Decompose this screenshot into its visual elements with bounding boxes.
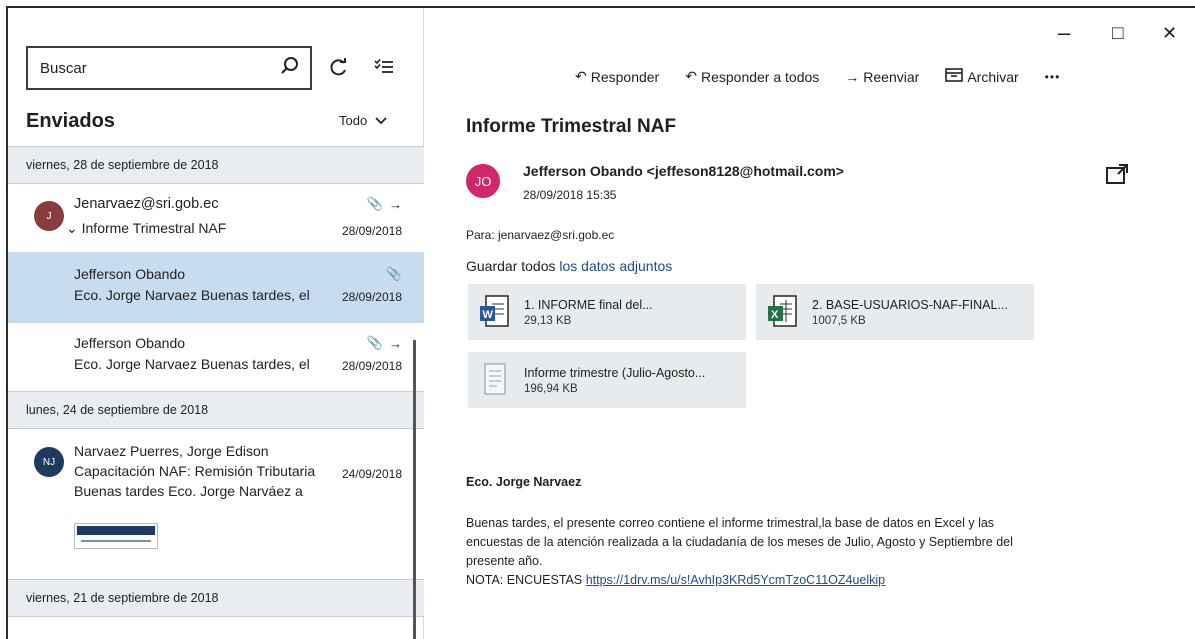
attachment-size: 1007,5 KB <box>812 314 866 327</box>
avatar: JO <box>466 164 500 198</box>
reading-pane: – □ ✕ ↶ Responder ↶ Responder a todos → Ree… <box>430 8 1195 639</box>
word-icon: W <box>480 295 509 327</box>
email-note: NOTA: ENCUESTAS https://1drv.ms/u/s!AvhI… <box>466 571 1166 590</box>
maximize-button[interactable]: □ <box>1112 24 1123 43</box>
archive-button[interactable]: Archivar <box>945 68 1019 85</box>
attachment-name: Informe trimestre (Julio-Agosto... <box>524 365 706 380</box>
email-body-line: Buenas tardes, el presente correo contie… <box>466 516 995 530</box>
svg-text:X: X <box>771 309 779 321</box>
message-list: viernes, 28 de septiembre de 2018 J Jena… <box>8 146 424 617</box>
date-group-header: viernes, 28 de septiembre de 2018 <box>8 146 424 184</box>
paperclip-icon: 📎 <box>366 335 383 350</box>
attachment-card[interactable]: X 2. BASE-USUARIOS-NAF-FINAL... 1007,5 K… <box>756 284 1034 340</box>
chevron-down-icon[interactable]: ⌄ <box>66 220 82 236</box>
forward-icon: → <box>845 68 860 85</box>
message-date: 28/09/2018 <box>341 224 402 238</box>
attachment-name: 1. INFORME final del... <box>524 297 653 312</box>
message-from: Jefferson Obando <box>74 335 186 351</box>
message-date: 24/09/2018 <box>341 467 402 481</box>
email-subject: Informe Trimestral NAF <box>466 116 677 137</box>
forward-button[interactable]: → Reenviar <box>845 69 919 85</box>
search-row <box>26 46 404 90</box>
conversation-header[interactable]: J Jenarvaez@sri.gob.ec 📎 → ⌄ Informe Tri… <box>8 184 424 252</box>
attachment-card[interactable]: Informe trimestre (Julio-Agosto... 196,9… <box>468 352 746 408</box>
archive-label: Archivar <box>967 68 1019 85</box>
attachment-size: 29,13 KB <box>524 314 572 327</box>
message-preview: Buenas tardes Eco. Jorge Narváez a <box>74 483 303 499</box>
search-input[interactable] <box>40 59 280 77</box>
paperclip-icon: 📎 <box>385 266 402 281</box>
reply-all-button[interactable]: ↶ Responder a todos <box>685 68 819 85</box>
excel-icon: X <box>768 295 797 327</box>
avatar: NJ <box>34 447 64 477</box>
scrollbar[interactable] <box>413 340 416 639</box>
list-item[interactable]: NJ Narvaez Puerres, Jorge Edison Capacit… <box>8 429 424 579</box>
reply-all-label: Responder a todos <box>700 68 820 85</box>
close-button[interactable]: ✕ <box>1162 24 1177 42</box>
date-group-header: viernes, 21 de septiembre de 2018 <box>8 579 424 617</box>
save-all-prefix: Guardar todos <box>466 258 560 274</box>
reply-icon: ↶ <box>575 68 587 84</box>
message-from: Jenarvaez@sri.gob.ec <box>74 196 219 212</box>
archive-icon <box>945 68 964 85</box>
attachment-name: 2. BASE-USUARIOS-NAF-FINAL... <box>812 297 1008 312</box>
attachment-card[interactable]: W 1. INFORME final del... 29,13 KB <box>468 284 746 340</box>
message-date: 28/09/2018 <box>341 359 402 373</box>
sent-date: 28/09/2018 15:35 <box>523 188 617 202</box>
more-actions-button[interactable]: ••• <box>1045 70 1061 84</box>
message-subject-text: Informe Trimestral NAF <box>81 220 227 236</box>
note-label: NOTA: ENCUESTAS <box>466 573 586 587</box>
search-icon[interactable] <box>280 56 300 81</box>
forwarded-icon: → <box>389 335 402 351</box>
image-thumbnail <box>74 523 158 549</box>
forwarded-icon: → <box>389 196 402 212</box>
message-subject: ⌄ Informe Trimestral NAF <box>66 220 226 237</box>
message-from: Jefferson Obando <box>74 266 186 282</box>
survey-link[interactable]: https://1drv.ms/u/s!AvhIp3KRd5YcmTzoC11O… <box>586 573 885 587</box>
email-body-line: encuestas de la atención realizada a la … <box>466 535 1013 549</box>
attachment-size: 196,94 KB <box>524 382 578 395</box>
email-body-line: presente año. <box>466 554 543 568</box>
message-preview: Eco. Jorge Narvaez Buenas tardes, el <box>74 287 310 303</box>
message-flags: 📎 → <box>367 335 402 351</box>
chevron-down-icon <box>375 113 387 128</box>
svg-text:W: W <box>483 309 494 321</box>
minimize-button[interactable]: – <box>1058 22 1070 44</box>
date-group-header: lunes, 24 de septiembre de 2018 <box>8 391 424 429</box>
recipient-line: Para: jenarvaez@sri.gob.ec <box>466 228 615 242</box>
search-box[interactable] <box>26 46 312 90</box>
sender-name[interactable]: Jefferson Obando <jeffeson8128@hotmail.c… <box>523 163 844 179</box>
filter-dropdown[interactable]: Todo <box>339 113 387 128</box>
save-all-link[interactable]: los datos adjuntos <box>559 258 672 274</box>
email-body: Buenas tardes, el presente correo contie… <box>466 514 1166 590</box>
message-date: 28/09/2018 <box>341 290 402 304</box>
sync-icon[interactable] <box>318 48 358 88</box>
list-item[interactable]: Jefferson Obando 📎 → Eco. Jorge Narvaez … <box>8 323 424 391</box>
message-preview: Eco. Jorge Narvaez Buenas tardes, el <box>74 356 310 372</box>
avatar: J <box>34 201 64 231</box>
email-greeting: Eco. Jorge Narvaez <box>466 475 582 489</box>
paperclip-icon: 📎 <box>366 196 383 211</box>
folder-title: Enviados <box>26 110 115 132</box>
message-flags: 📎 → <box>367 196 402 212</box>
forward-label: Reenviar <box>863 68 920 85</box>
message-subject: Capacitación NAF: Remisión Tributaria <box>74 463 316 479</box>
open-in-new-window-icon[interactable] <box>1105 163 1129 190</box>
reply-all-icon: ↶ <box>685 68 697 84</box>
filter-list-icon[interactable] <box>364 48 404 88</box>
save-all-attachments[interactable]: Guardar todos los datos adjuntos <box>466 258 672 274</box>
filter-label: Todo <box>339 113 368 128</box>
list-item[interactable]: Jefferson Obando 📎 Eco. Jorge Narvaez Bu… <box>8 252 424 323</box>
image-file-icon <box>484 363 506 395</box>
message-toolbar: ↶ Responder ↶ Responder a todos → Reenviar … <box>575 68 1060 85</box>
message-from: Narvaez Puerres, Jorge Edison <box>74 443 269 459</box>
reply-button[interactable]: ↶ Responder <box>575 68 659 85</box>
reply-label: Responder <box>590 68 660 85</box>
